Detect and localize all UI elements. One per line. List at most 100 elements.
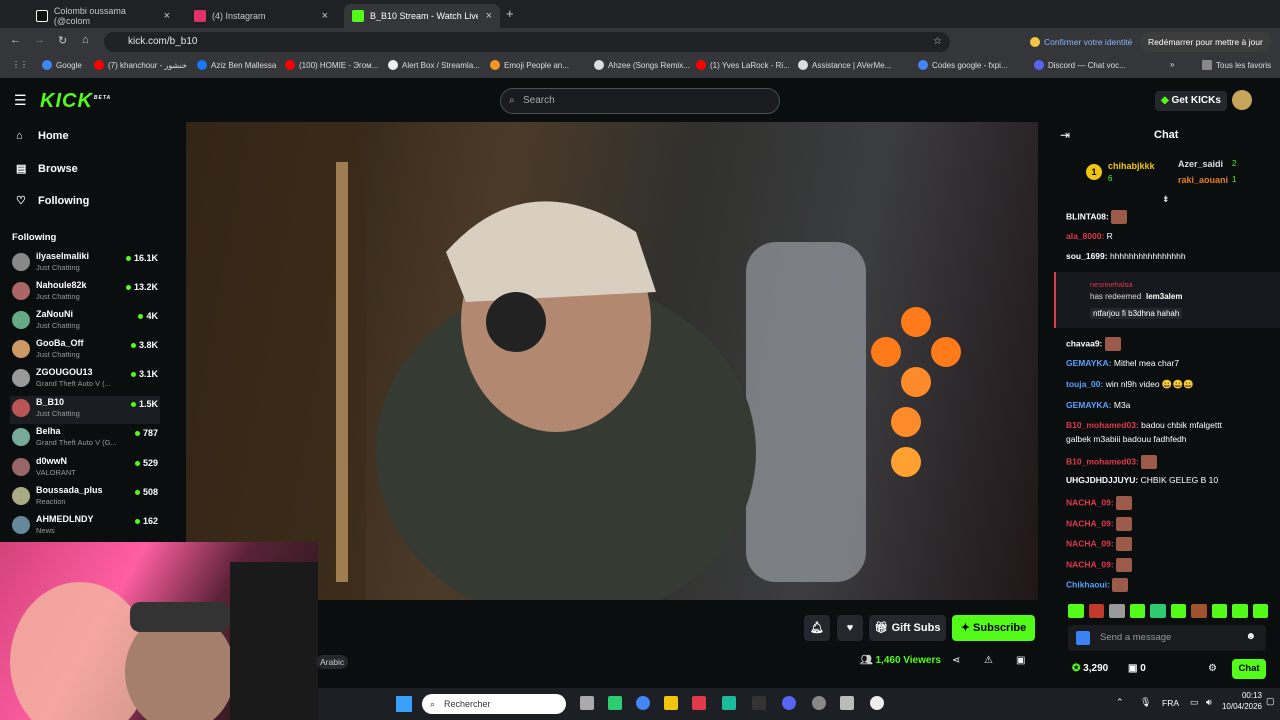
- notification-bell-button[interactable]: 🔔︎: [804, 615, 830, 641]
- emoji-icon[interactable]: ☻: [1245, 631, 1256, 642]
- emote-icon[interactable]: [1129, 604, 1145, 618]
- app-icon[interactable]: [608, 696, 622, 710]
- chat-username[interactable]: GEMAYKA:: [1066, 358, 1112, 368]
- emote-icon[interactable]: [1170, 604, 1186, 618]
- browser-tab[interactable]: (4) Instagram ×: [186, 4, 336, 28]
- chat-username[interactable]: NACHA_09:: [1066, 538, 1114, 548]
- emote-icon[interactable]: [1232, 604, 1248, 618]
- chat-username[interactable]: Chikhaoui:: [1066, 579, 1110, 589]
- emote-icon[interactable]: [1191, 604, 1207, 618]
- chat-username[interactable]: NACHA_09:: [1066, 497, 1114, 507]
- chat-settings-icon[interactable]: ⚙: [1208, 663, 1217, 674]
- app-icon[interactable]: [692, 696, 706, 710]
- bookmark-item[interactable]: Alert Box / Streamla...: [388, 60, 480, 70]
- bookmark-item[interactable]: Codes google - fxpi...: [918, 60, 1008, 70]
- task-view-icon[interactable]: [580, 696, 594, 710]
- user-avatar[interactable]: [1232, 90, 1252, 110]
- leader-name[interactable]: chihabjkkk: [1108, 161, 1155, 171]
- chat-username[interactable]: sou_1699:: [1066, 251, 1108, 261]
- following-channel[interactable]: ilyaselmaliki Just Chatting 16.1K: [10, 250, 160, 278]
- app-icon[interactable]: [752, 696, 766, 710]
- apps-icon[interactable]: ⋮⋮: [12, 60, 28, 69]
- forward-icon[interactable]: →: [34, 34, 45, 46]
- app-icon[interactable]: [722, 696, 736, 710]
- bookmark-item[interactable]: Assistance | AVerMe...: [798, 60, 891, 70]
- expand-leaderboard-icon[interactable]: ⇟: [1162, 194, 1170, 205]
- following-channel[interactable]: Boussada_plus Reaction 508: [10, 484, 160, 512]
- chat-username[interactable]: NACHA_09:: [1066, 518, 1114, 528]
- following-channel[interactable]: AHMEDLNDY News 162: [10, 513, 160, 541]
- back-icon[interactable]: ←: [10, 34, 21, 46]
- following-channel[interactable]: Belha Grand Theft Auto V (G... 787: [10, 425, 160, 453]
- folder-icon[interactable]: [664, 696, 678, 710]
- emote-icon[interactable]: [1109, 604, 1125, 618]
- bookmark-item[interactable]: (7) khanchour - خنشور: [94, 60, 187, 70]
- emote-icon[interactable]: [1150, 604, 1166, 618]
- subscribe-button[interactable]: ✦ Subscribe: [952, 615, 1035, 641]
- share-icon[interactable]: ⋖: [952, 655, 960, 666]
- emote-icon[interactable]: [1211, 604, 1227, 618]
- send-chat-button[interactable]: Chat: [1232, 659, 1266, 679]
- following-channel[interactable]: d0wwN VALORANT 529: [10, 455, 160, 483]
- channel-points[interactable]: ✪ 3,290: [1072, 663, 1108, 674]
- chat-username[interactable]: ala_8000:: [1066, 231, 1104, 241]
- bookmark-item[interactable]: (1) Yves LaRock - Ri...: [696, 60, 790, 70]
- nav-following[interactable]: ♡ Following: [16, 194, 89, 208]
- network-icon[interactable]: ▭: [1190, 697, 1199, 708]
- bookmark-item[interactable]: Aziz Ben Mallessa: [197, 60, 276, 70]
- bookmark-star-icon[interactable]: ☆: [933, 32, 942, 52]
- settings-icon[interactable]: [840, 696, 854, 710]
- profile-prompt[interactable]: Confirmer votre identité: [1044, 37, 1132, 47]
- restart-update-button[interactable]: Redémarrer pour mettre à jour: [1140, 32, 1271, 52]
- leader-name[interactable]: raki_aouani: [1178, 175, 1228, 185]
- microphone-icon[interactable]: 🎙︎: [1140, 697, 1151, 708]
- following-channel[interactable]: Nahoule82k Just Chatting 13.2K: [10, 279, 160, 307]
- address-bar[interactable]: kick.com/b_b10 ☆: [104, 32, 950, 52]
- browser-tab-active[interactable]: B_B10 Stream - Watch Live on K ×: [344, 4, 500, 28]
- search-input[interactable]: ⌕ Search: [500, 88, 780, 114]
- chat-username[interactable]: UHGJDHDJJUYU:: [1066, 475, 1138, 485]
- discord-icon[interactable]: [782, 696, 796, 710]
- close-icon[interactable]: ×: [486, 10, 492, 22]
- new-tab-button[interactable]: +: [506, 6, 514, 21]
- follow-button[interactable]: ♥: [837, 615, 863, 641]
- bookmark-item[interactable]: Ahzee (Songs Remix...: [594, 60, 690, 70]
- chat-input[interactable]: Send a message ☻: [1068, 625, 1266, 651]
- chrome-icon[interactable]: [636, 696, 650, 710]
- following-channel[interactable]: B_B10 Just Chatting 1.5K: [10, 396, 160, 424]
- clip-icon[interactable]: ▣: [1016, 655, 1025, 666]
- windows-start-icon[interactable]: [396, 696, 412, 712]
- following-channel[interactable]: ZGOUGOU13 Grand Theft Auto V (... 3.1K: [10, 366, 160, 394]
- clock-time[interactable]: 00:13: [1226, 691, 1262, 700]
- volume-icon[interactable]: 🔊︎: [1206, 697, 1212, 708]
- get-kicks-button[interactable]: ◆ Get KICKs: [1155, 91, 1227, 111]
- app-icon[interactable]: [812, 696, 826, 710]
- chat-username[interactable]: chavaa9:: [1066, 338, 1102, 348]
- chevron-right-icon[interactable]: »: [1170, 60, 1174, 69]
- chat-username[interactable]: GEMAYKA:: [1066, 400, 1112, 410]
- emote-icon[interactable]: [1068, 604, 1084, 618]
- collapse-chat-icon[interactable]: ⇥: [1060, 128, 1070, 142]
- close-icon[interactable]: ×: [164, 10, 170, 22]
- chat-username[interactable]: NACHA_09:: [1066, 559, 1114, 569]
- close-icon[interactable]: ×: [322, 10, 328, 22]
- gift-subs-button[interactable]: 🎁︎ Gift Subs: [869, 615, 946, 641]
- chevron-up-icon[interactable]: ⌃: [1116, 697, 1124, 708]
- emote-icon[interactable]: [1252, 604, 1268, 618]
- home-icon[interactable]: ⌂: [82, 34, 89, 46]
- taskbar-search[interactable]: ⌕ Rechercher: [422, 694, 566, 714]
- chat-username[interactable]: touja_00:: [1066, 379, 1103, 389]
- browser-tab[interactable]: Colombi oussama (@colom ×: [28, 4, 178, 28]
- bookmark-item[interactable]: Google: [42, 60, 82, 70]
- emote-icon[interactable]: [1088, 604, 1104, 618]
- language-indicator[interactable]: FRA: [1162, 698, 1179, 708]
- clock-date[interactable]: 10/04/2026: [1212, 702, 1262, 711]
- chat-username[interactable]: B10_mohamed03:: [1066, 420, 1139, 430]
- gift-counter[interactable]: ▣ 0: [1128, 663, 1146, 674]
- chat-username[interactable]: BLINTA08:: [1066, 211, 1109, 221]
- all-bookmarks[interactable]: Tous les favoris: [1202, 60, 1271, 70]
- kick-logo[interactable]: KICKBETA: [40, 90, 111, 113]
- media-player-icon[interactable]: [870, 696, 884, 710]
- profile-avatar[interactable]: [1030, 37, 1040, 47]
- menu-icon[interactable]: ☰: [14, 92, 27, 109]
